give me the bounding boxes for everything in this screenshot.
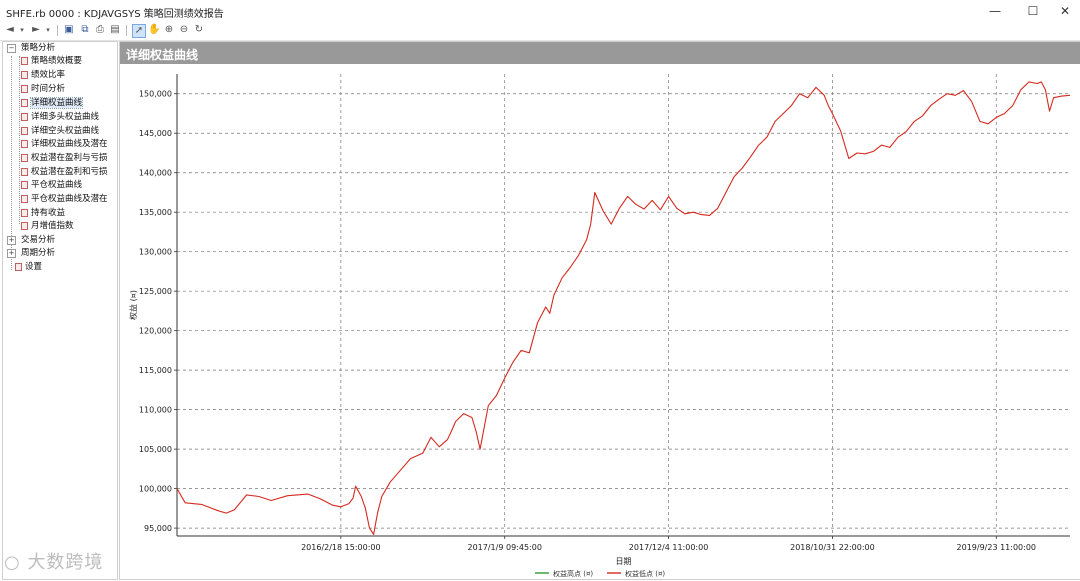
x-tick-label: 2018/10/31 22:00:00 — [790, 543, 875, 552]
y-tick-label: 100,000 — [139, 485, 172, 494]
dropdown-icon[interactable]: ▾ — [42, 24, 54, 36]
y-tick-label: 110,000 — [139, 406, 172, 415]
preview-icon[interactable]: ▤ — [109, 24, 121, 36]
toolbar: ◄ ▾ ► ▾ ▣ ⧉ ⎙ ▤ ➚ ✋ ⊕ ⊖ ↻ — [0, 22, 1080, 41]
report-icon — [15, 262, 22, 271]
close-icon[interactable]: ✕ — [1052, 3, 1078, 19]
zoom-out-icon[interactable]: ⊖ — [178, 24, 190, 36]
hand-icon[interactable]: ✋ — [148, 24, 160, 36]
tree-item-equity-potential-profit-loss[interactable]: 权益潜在盈利与亏损 — [21, 152, 108, 165]
save-icon[interactable]: ▣ — [63, 24, 75, 36]
tree-item-equity-curve-potential[interactable]: 详细权益曲线及潜在 — [21, 138, 108, 151]
report-icon — [21, 126, 28, 135]
chart-panel: 详细权益曲线 95,000 100,000 105,000 110,000 115,00… — [119, 41, 1080, 580]
collapse-icon[interactable]: − — [7, 44, 16, 53]
title-bar: SHFE.rb 0000 : KDJAVGSYS 策略回测绩效报告 — ☐ ✕ — [0, 0, 1080, 22]
maximize-icon[interactable]: ☐ — [1020, 3, 1046, 19]
tree-item-holding-return[interactable]: 持有收益 — [21, 207, 65, 220]
tree-group-strategy-analysis[interactable]: − 策略分析 — [7, 42, 55, 55]
tree-connector — [19, 56, 20, 224]
back-arrow-icon[interactable]: ◄ — [4, 24, 16, 36]
legend-label: 权益高点 (¤) — [553, 569, 593, 577]
legend-label: 权益低点 (¤) — [625, 569, 665, 577]
y-tick-label: 95,000 — [144, 524, 172, 533]
panel-title: 详细权益曲线 — [126, 48, 199, 62]
tree-item-closed-equity-curve[interactable]: 平仓权益曲线 — [21, 179, 82, 192]
expand-icon[interactable]: + — [7, 249, 16, 258]
navigation-tree: − 策略分析 策略绩效概要 绩效比率 时间分析 详细权益曲线 详细多头权益曲线 … — [2, 41, 118, 580]
expand-icon[interactable]: + — [7, 236, 16, 245]
y-tick-label: 145,000 — [139, 129, 172, 138]
report-icon — [21, 56, 28, 65]
tree-item-long-equity-curve[interactable]: 详细多头权益曲线 — [21, 111, 99, 124]
tree-item-closed-equity-curve-potential[interactable]: 平仓权益曲线及潜在 — [21, 193, 108, 206]
tree-item-equity-potential-profit-and-loss[interactable]: 权益潜在盈利和亏损 — [21, 166, 108, 179]
report-icon — [21, 84, 28, 93]
report-icon — [21, 208, 28, 217]
tree-item-monthly-growth-index[interactable]: 月增值指数 — [21, 220, 74, 233]
report-icon — [21, 194, 28, 203]
tree-item-performance-ratio[interactable]: 绩效比率 — [21, 69, 65, 82]
window-title: SHFE.rb 0000 : KDJAVGSYS 策略回测绩效报告 — [6, 9, 224, 20]
forward-arrow-icon[interactable]: ► — [30, 24, 42, 36]
x-tick-label: 2017/1/9 09:45:00 — [468, 543, 542, 552]
toolbar-separator — [126, 25, 127, 36]
report-icon — [21, 167, 28, 176]
report-icon — [21, 98, 28, 107]
equity-chart: 95,000 100,000 105,000 110,000 115,000 120,00… — [128, 74, 1071, 577]
report-icon — [21, 180, 28, 189]
x-axis-label: 日期 — [616, 557, 632, 566]
tree-item-short-equity-curve[interactable]: 详细空头权益曲线 — [21, 125, 99, 138]
y-tick-label: 120,000 — [139, 327, 172, 336]
tree-group-trade-analysis[interactable]: + 交易分析 — [7, 234, 55, 247]
zoom-in-icon[interactable]: ⊕ — [163, 24, 175, 36]
y-tick-label: 150,000 — [139, 90, 172, 99]
minimize-icon[interactable]: — — [982, 3, 1008, 19]
print-icon[interactable]: ⎙ — [94, 24, 106, 36]
report-icon — [21, 153, 28, 162]
report-icon — [21, 112, 28, 121]
y-axis-label: 权益 (¤) — [128, 290, 138, 320]
copy-icon[interactable]: ⧉ — [79, 24, 91, 36]
y-tick-label: 115,000 — [139, 366, 172, 375]
x-tick-label: 2016/2/18 15:00:00 — [301, 543, 381, 552]
x-tick-label: 2017/12/4 11:00:00 — [629, 543, 709, 552]
y-tick-label: 125,000 — [139, 287, 172, 296]
y-tick-label: 135,000 — [139, 208, 172, 217]
tree-item-strategy-summary[interactable]: 策略绩效概要 — [21, 55, 82, 68]
refresh-icon[interactable]: ↻ — [193, 24, 205, 36]
y-tick-label: 105,000 — [139, 445, 172, 454]
dropdown-icon[interactable]: ▾ — [16, 24, 28, 36]
plot-area — [177, 74, 1070, 536]
tree-item-settings[interactable]: 设置 — [15, 261, 42, 274]
cursor-icon[interactable]: ➚ — [132, 24, 146, 38]
toolbar-separator — [57, 25, 58, 36]
tree-group-period-analysis[interactable]: + 周期分析 — [7, 247, 55, 260]
y-tick-label: 140,000 — [139, 169, 172, 178]
tree-item-equity-curve[interactable]: 详细权益曲线 — [21, 97, 84, 110]
y-tick-label: 130,000 — [139, 248, 172, 257]
x-tick-label: 2019/9/23 11:00:00 — [957, 543, 1037, 552]
report-icon — [21, 139, 28, 148]
watermark: ○ 大数跨境 — [4, 552, 104, 573]
report-icon — [21, 221, 28, 230]
tree-item-time-analysis[interactable]: 时间分析 — [21, 83, 65, 96]
panel-header: 详细权益曲线 — [120, 42, 1080, 64]
report-icon — [21, 70, 28, 79]
